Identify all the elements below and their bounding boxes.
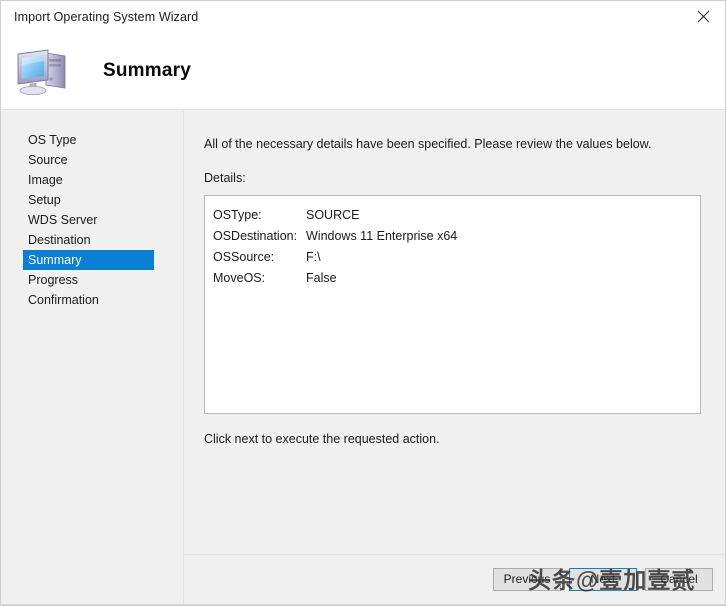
content-pane: All of the necessary details have been s… (184, 110, 725, 604)
detail-value-moveos: False (306, 271, 337, 285)
cancel-button[interactable]: Cancel (645, 568, 713, 591)
sidebar-item-os-type[interactable]: OS Type (1, 130, 183, 150)
detail-row: OSType: SOURCE (213, 205, 700, 226)
summary-content: All of the necessary details have been s… (184, 110, 725, 554)
detail-key-ostype: OSType: (213, 208, 262, 222)
detail-value-osdestination: Windows 11 Enterprise x64 (306, 229, 458, 243)
wizard-body: OS Type Source Image Setup WDS Server De… (1, 109, 725, 604)
intro-text: All of the necessary details have been s… (204, 137, 652, 151)
import-os-wizard-window: Import Operating System Wizard Summary O… (0, 0, 726, 606)
detail-key-ossource: OSSource: (213, 250, 275, 264)
computer-icon (13, 43, 75, 99)
title-bar: Import Operating System Wizard (1, 1, 725, 32)
wizard-banner: Summary (1, 32, 725, 109)
window-controls (681, 1, 725, 32)
window-bottom-edge (1, 604, 725, 605)
close-icon (697, 10, 710, 23)
detail-row: MoveOS: False (213, 268, 700, 289)
detail-value-ossource: F:\ (306, 250, 321, 264)
detail-value-ostype: SOURCE (306, 208, 360, 222)
next-button[interactable]: Next (569, 568, 637, 591)
sidebar-item-destination[interactable]: Destination (1, 230, 183, 250)
sidebar-item-setup[interactable]: Setup (1, 190, 183, 210)
details-label: Details: (204, 171, 246, 185)
detail-row: OSSource: F:\ (213, 247, 700, 268)
detail-row: OSDestination: Windows 11 Enterprise x64 (213, 226, 700, 247)
wizard-step-sidebar: OS Type Source Image Setup WDS Server De… (1, 110, 183, 604)
footer-note: Click next to execute the requested acti… (204, 432, 440, 446)
detail-key-moveos: MoveOS: (213, 271, 266, 285)
window-title: Import Operating System Wizard (14, 9, 199, 24)
page-title: Summary (103, 59, 191, 81)
sidebar-item-source[interactable]: Source (1, 150, 183, 170)
sidebar-item-image[interactable]: Image (1, 170, 183, 190)
details-box: OSType: SOURCE OSDestination: Windows 11… (204, 195, 701, 414)
button-bar: Previous Next Cancel (184, 555, 725, 604)
detail-key-osdestination: OSDestination: (213, 229, 298, 243)
sidebar-item-progress[interactable]: Progress (1, 270, 183, 290)
previous-button[interactable]: Previous (493, 568, 561, 591)
close-button[interactable] (681, 1, 725, 32)
sidebar-item-confirmation[interactable]: Confirmation (1, 290, 183, 310)
sidebar-item-summary[interactable]: Summary (23, 250, 154, 270)
sidebar-item-wds-server[interactable]: WDS Server (1, 210, 183, 230)
